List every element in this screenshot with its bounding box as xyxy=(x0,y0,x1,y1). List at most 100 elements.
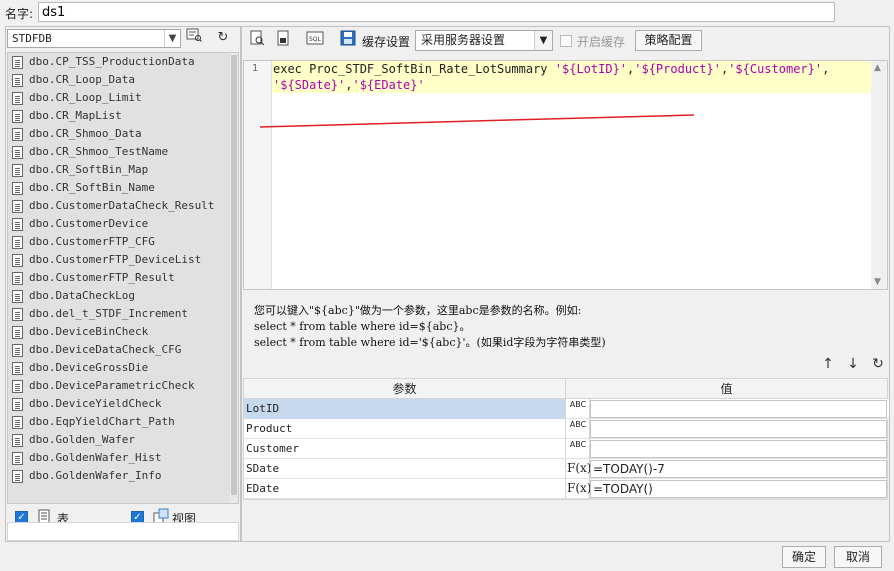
stored-procedure-button[interactable] xyxy=(272,30,294,50)
table-row: Customer ABC xyxy=(244,439,889,459)
param-value-input[interactable]: =TODAY()-7 xyxy=(590,460,887,478)
editor-scrollbar[interactable]: ▲ ▼ xyxy=(871,61,887,289)
table-list[interactable]: dbo.CP_TSS_ProductionData dbo.CR_Loop_Dat… xyxy=(7,52,239,504)
code-param: '${LotID}' xyxy=(554,62,628,76)
param-name[interactable]: LotID xyxy=(244,399,566,419)
code-param: '${SDate}' xyxy=(273,78,346,92)
table-list-item[interactable]: dbo.EqpYieldChart_Path xyxy=(8,413,238,431)
preview-icon xyxy=(186,28,202,42)
table-list-item[interactable]: dbo.CR_Shmoo_TestName xyxy=(8,143,238,161)
table-list-scrollbar[interactable] xyxy=(230,53,238,503)
table-name: dbo.DeviceYieldCheck xyxy=(29,397,162,410)
hint-line-1: 您可以键入"${abc}"做为一个参数，这里abc是参数的名称。例如: xyxy=(254,304,582,317)
code-param: '${Customer}' xyxy=(728,62,823,76)
table-name: dbo.CustomerDataCheck_Result xyxy=(29,199,215,212)
table-list-item[interactable]: dbo.CustomerDataCheck_Result xyxy=(8,197,238,215)
enable-cache-checkbox[interactable] xyxy=(560,35,572,47)
svg-text:SQL: SQL xyxy=(309,36,322,43)
sql-editor[interactable]: 1 exec Proc_STDF_SoftBin_Rate_LotSummary… xyxy=(243,60,888,290)
table-icon xyxy=(12,182,23,195)
table-name: dbo.GoldenWafer_Hist xyxy=(29,451,162,464)
move-up-button[interactable]: ↑ xyxy=(819,355,837,373)
table-list-item[interactable]: dbo.GoldenWafer_Hist xyxy=(8,449,238,467)
ok-button[interactable]: 确定 xyxy=(782,546,826,568)
table-icon xyxy=(12,92,23,105)
table-list-item[interactable]: dbo.DeviceYieldCheck xyxy=(8,395,238,413)
table-list-item[interactable]: dbo.Golden_Wafer xyxy=(8,431,238,449)
string-type-icon[interactable]: ABC xyxy=(567,439,590,459)
sql-icon: SQL xyxy=(306,31,324,45)
param-name[interactable]: EDate xyxy=(244,479,566,499)
table-icon xyxy=(12,434,23,447)
table-name: dbo.CR_Loop_Data xyxy=(29,73,135,86)
table-list-item[interactable]: dbo.CustomerFTP_Result xyxy=(8,269,238,287)
table-list-item[interactable]: dbo.CR_Loop_Limit xyxy=(8,89,238,107)
strategy-config-button[interactable]: 策略配置 xyxy=(635,30,702,51)
query-preview-button[interactable] xyxy=(246,30,268,50)
cancel-button[interactable]: 取消 xyxy=(834,546,882,568)
param-name[interactable]: Customer xyxy=(244,439,566,459)
param-value-input[interactable]: =TODAY() xyxy=(590,480,887,498)
table-list-item[interactable]: dbo.DataCheckLog xyxy=(8,287,238,305)
table-icon xyxy=(12,398,23,411)
table-list-item[interactable]: dbo.CR_SoftBin_Map xyxy=(8,161,238,179)
table-name: dbo.EqpYieldChart_Path xyxy=(29,415,175,428)
table-icon xyxy=(12,146,23,159)
param-name[interactable]: SDate xyxy=(244,459,566,479)
refresh-list-button[interactable]: ↻ xyxy=(212,28,234,48)
table-list-item[interactable]: dbo.CustomerFTP_CFG xyxy=(8,233,238,251)
cache-mode-select[interactable]: 采用服务器设置 ▼ xyxy=(415,30,553,51)
refresh-params-button[interactable]: ↻ xyxy=(869,355,887,373)
param-name[interactable]: Product xyxy=(244,419,566,439)
formula-type-icon[interactable]: F(x) xyxy=(567,459,591,479)
scroll-down-icon[interactable]: ▼ xyxy=(874,277,881,287)
arrow-up-icon: ↑ xyxy=(822,356,834,372)
move-down-button[interactable]: ↓ xyxy=(844,355,862,373)
string-type-icon[interactable]: ABC xyxy=(567,399,590,419)
code-param: '${Product}' xyxy=(634,62,721,76)
table-icon xyxy=(12,452,23,465)
table-list-item[interactable]: dbo.CustomerDevice xyxy=(8,215,238,233)
param-value-input[interactable] xyxy=(590,400,887,418)
parameters-table: 参数 值 LotID ABC Product ABC Customer ABC SDate F… xyxy=(243,378,889,500)
table-list-item[interactable]: dbo.DeviceParametricCheck xyxy=(8,377,238,395)
parameter-hint: 您可以键入"${abc}"做为一个参数，这里abc是参数的名称。例如: sele… xyxy=(254,303,606,351)
table-icon xyxy=(12,110,23,123)
preview-table-button[interactable] xyxy=(183,28,205,48)
string-type-icon[interactable]: ABC xyxy=(567,419,590,439)
cache-settings-button[interactable] xyxy=(337,30,359,50)
preview-icon xyxy=(250,30,265,46)
table-list-item[interactable]: dbo.CustomerFTP_DeviceList xyxy=(8,251,238,269)
editor-gutter: 1 xyxy=(244,61,272,289)
table-icon xyxy=(12,344,23,357)
table-icon xyxy=(12,272,23,285)
database-select[interactable]: STDFDB ▼ xyxy=(7,29,181,48)
table-list-item[interactable]: dbo.CR_MapList xyxy=(8,107,238,125)
code-text: exec Proc_STDF_SoftBin_Rate_LotSummary xyxy=(273,62,555,76)
scroll-up-icon[interactable]: ▲ xyxy=(874,63,881,73)
table-list-item[interactable]: dbo.GoldenWafer_Info xyxy=(8,467,238,485)
table-name: dbo.CR_SoftBin_Map xyxy=(29,163,149,176)
table-list-items: dbo.CP_TSS_ProductionData dbo.CR_Loop_Dat… xyxy=(8,53,238,485)
chevron-down-icon[interactable]: ▼ xyxy=(164,30,180,47)
table-list-item[interactable]: dbo.CR_Loop_Data xyxy=(8,71,238,89)
hint-line-3: select * from table where id='${abc}'。(如… xyxy=(254,336,606,349)
sql-button[interactable]: SQL xyxy=(304,30,326,50)
table-list-item[interactable]: dbo.CR_Shmoo_Data xyxy=(8,125,238,143)
table-list-item[interactable]: dbo.DeviceGrossDie xyxy=(8,359,238,377)
table-list-item[interactable]: dbo.del_t_STDF_Increment xyxy=(8,305,238,323)
column-header-value: 值 xyxy=(566,379,887,399)
table-list-item[interactable]: dbo.CR_SoftBin_Name xyxy=(8,179,238,197)
hint-line-2: select * from table where id=${abc}。 xyxy=(254,320,471,333)
formula-type-icon[interactable]: F(x) xyxy=(567,479,591,499)
table-list-item[interactable]: dbo.DeviceDataCheck_CFG xyxy=(8,341,238,359)
table-list-item[interactable]: dbo.CP_TSS_ProductionData xyxy=(8,53,238,71)
table-row: LotID ABC xyxy=(244,399,889,419)
param-value-input[interactable] xyxy=(590,440,887,458)
table-name: dbo.del_t_STDF_Increment xyxy=(29,307,188,320)
table-name: dbo.DeviceParametricCheck xyxy=(29,379,195,392)
name-input[interactable] xyxy=(38,2,835,22)
chevron-down-icon[interactable]: ▼ xyxy=(534,31,552,50)
table-list-item[interactable]: dbo.DeviceBinCheck xyxy=(8,323,238,341)
param-value-input[interactable] xyxy=(590,420,887,438)
